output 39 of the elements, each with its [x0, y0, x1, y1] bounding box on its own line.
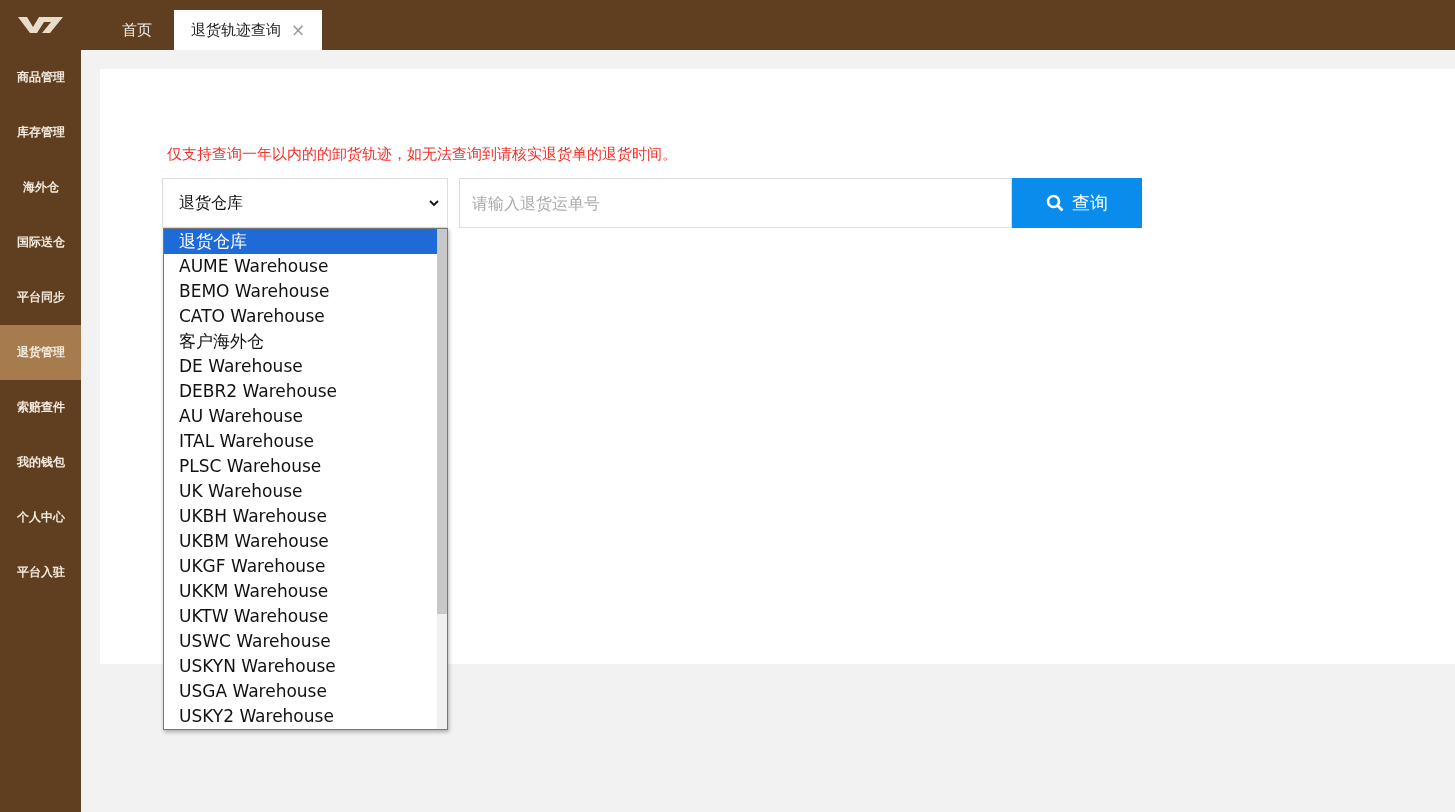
sidebar-item[interactable]: 我的钱包: [0, 435, 81, 490]
dropdown-option[interactable]: PLSC Warehouse: [164, 454, 437, 479]
dropdown-option[interactable]: USKYN Warehouse: [164, 654, 437, 679]
sidebar-item[interactable]: 海外仓: [0, 160, 81, 215]
dropdown-option[interactable]: AU Warehouse: [164, 404, 437, 429]
dropdown-option[interactable]: USGA Warehouse: [164, 679, 437, 704]
dropdown-option[interactable]: 退货仓库: [164, 229, 437, 254]
sidebar-item[interactable]: 库存管理: [0, 105, 81, 160]
sidebar-item[interactable]: 平台入驻: [0, 545, 81, 600]
sidebar-item[interactable]: 个人中心: [0, 490, 81, 545]
dropdown-option[interactable]: USWC Warehouse: [164, 629, 437, 654]
dropdown-option[interactable]: UK Warehouse: [164, 479, 437, 504]
dropdown-option[interactable]: UKTW Warehouse: [164, 604, 437, 629]
dropdown-option[interactable]: BEMO Warehouse: [164, 279, 437, 304]
sidebar-item[interactable]: 索赔查件: [0, 380, 81, 435]
dropdown-option[interactable]: UKBH Warehouse: [164, 504, 437, 529]
dropdown-option[interactable]: AUME Warehouse: [164, 254, 437, 279]
sidebar-item[interactable]: 国际送仓: [0, 215, 81, 270]
dropdown-option[interactable]: UKGF Warehouse: [164, 554, 437, 579]
sidebar-item[interactable]: 平台同步: [0, 270, 81, 325]
dropdown-option[interactable]: DE Warehouse: [164, 354, 437, 379]
chevron-down-icon: [429, 200, 439, 206]
dropdown-option[interactable]: ITAL Warehouse: [164, 429, 437, 454]
dropdown-option[interactable]: USKY2 Warehouse: [164, 704, 437, 729]
search-icon: [1046, 194, 1064, 212]
warehouse-select[interactable]: 退货仓库: [162, 178, 448, 228]
scrollbar[interactable]: [437, 229, 447, 729]
dropdown-option[interactable]: UKBM Warehouse: [164, 529, 437, 554]
dropdown-option[interactable]: 客户海外仓: [164, 329, 437, 354]
tracking-number-field[interactable]: 请输入退货运单号: [459, 178, 1012, 228]
tab[interactable]: 退货轨迹查询 ×: [174, 10, 323, 50]
tab[interactable]: 首页: [105, 10, 169, 50]
dropdown-option[interactable]: DEBR2 Warehouse: [164, 379, 437, 404]
sidebar-item[interactable]: 商品管理: [0, 50, 81, 105]
search-button[interactable]: 查询: [1012, 178, 1142, 228]
logo-icon: [17, 16, 64, 34]
dropdown-option[interactable]: UKKM Warehouse: [164, 579, 437, 604]
notice-text: 仅支持查询一年以内的的卸货轨迹，如无法查询到请核实退货单的退货时间。: [167, 145, 678, 164]
dropdown-option[interactable]: CATO Warehouse: [164, 304, 437, 329]
